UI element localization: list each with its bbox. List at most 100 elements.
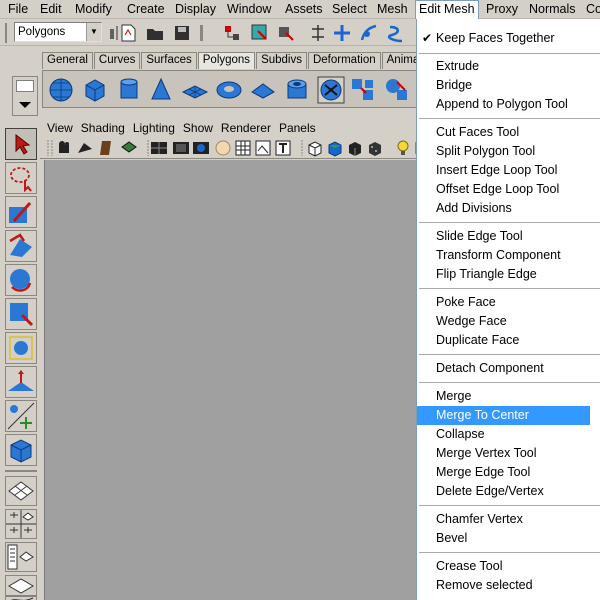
panel-menu-shading[interactable]: Shading (81, 121, 125, 135)
menu-item-detach-component[interactable]: Detach Component (417, 359, 600, 378)
menu-assets[interactable]: Assets (285, 0, 323, 19)
menu-item-bevel[interactable]: Bevel (417, 529, 600, 548)
tab-general[interactable]: General (42, 52, 93, 69)
tab-polygons[interactable]: Polygons (197, 52, 256, 69)
menu-item-duplicate-face[interactable]: Duplicate Face (417, 331, 600, 350)
shaded-sphere-icon[interactable] (214, 139, 232, 157)
menu-item-merge-edge-tool[interactable]: Merge Edge Tool (417, 463, 600, 482)
separate-icon[interactable] (383, 76, 411, 104)
menu-file[interactable]: File (8, 0, 28, 19)
poly-cube-icon[interactable] (81, 76, 109, 104)
snap-point-icon[interactable] (386, 23, 406, 43)
tab-surfaces[interactable]: Surfaces (141, 52, 197, 69)
snap-grid-icon[interactable] (332, 23, 352, 43)
snap-curve-icon[interactable] (359, 23, 379, 43)
poly-sphere-icon[interactable] (47, 76, 75, 104)
texture-display-icon[interactable] (254, 139, 272, 157)
menu-item-extrude[interactable]: Extrude (417, 57, 600, 76)
select-camera-icon[interactable] (56, 139, 74, 157)
menu-item-transform-component[interactable]: Transform Component (417, 246, 600, 265)
save-scene-icon[interactable] (172, 23, 192, 43)
menu-item-merge[interactable]: Merge (417, 387, 600, 406)
bookmarks-icon[interactable] (98, 139, 116, 157)
menu-item-wedge-face[interactable]: Wedge Face (417, 312, 600, 331)
menu-item-split-polygon[interactable]: Split Polygon Tool (417, 142, 600, 161)
rotate-tool-button[interactable] (5, 264, 37, 296)
menu-item-delete-edge-vertex[interactable]: Delete Edge/Vertex (417, 482, 600, 501)
grid-toggle-icon[interactable] (150, 139, 168, 157)
menu-edit-mesh[interactable]: Edit Mesh (415, 0, 479, 19)
panel-menu-lighting[interactable]: Lighting (133, 121, 175, 135)
poly-helix-icon[interactable] (317, 76, 345, 104)
panel-menu-view[interactable]: View (47, 121, 73, 135)
menu-item-chamfer-vertex[interactable]: Chamfer Vertex (417, 510, 600, 529)
chevron-down-icon[interactable] (18, 101, 32, 109)
text-display-icon[interactable] (274, 139, 292, 157)
menu-item-insert-edge-loop[interactable]: Insert Edge Loop Tool (417, 161, 600, 180)
menu-item-slide-edge[interactable]: Slide Edge Tool (417, 227, 600, 246)
menu-modify[interactable]: Modify (75, 0, 112, 19)
viewport-3d[interactable] (44, 160, 420, 600)
wireframe-grid-icon[interactable] (234, 139, 252, 157)
textured-cube-icon[interactable] (366, 139, 384, 157)
smooth-shade-cube-icon[interactable] (326, 139, 344, 157)
menu-normals[interactable]: Normals (529, 0, 576, 19)
menu-item-keep-faces-together[interactable]: ✔ Keep Faces Together (417, 29, 600, 48)
menu-item-merge-vertex-tool[interactable]: Merge Vertex Tool (417, 444, 600, 463)
menu-edit[interactable]: Edit (40, 0, 62, 19)
menu-item-poke-face[interactable]: Poke Face (417, 293, 600, 312)
chevron-down-icon[interactable]: ▼ (86, 23, 101, 41)
image-plane-icon[interactable] (120, 139, 138, 157)
poly-prism-icon[interactable] (249, 76, 277, 104)
paint-select-tool-button[interactable] (5, 196, 37, 228)
snap-toggle-icon[interactable] (308, 23, 328, 43)
poly-plane-icon[interactable] (181, 76, 209, 104)
menu-item-append-to-polygon[interactable]: Append to Polygon Tool (417, 95, 600, 114)
shelf-options[interactable] (12, 76, 38, 116)
combine-icon[interactable] (349, 76, 377, 104)
soft-modification-button[interactable] (5, 366, 37, 398)
menu-item-cut-faces[interactable]: Cut Faces Tool (417, 123, 600, 142)
poly-torus-icon[interactable] (215, 76, 243, 104)
poly-cylinder-icon[interactable] (115, 76, 143, 104)
menu-truncated[interactable]: Co (586, 0, 600, 19)
scale-tool-button[interactable] (5, 298, 37, 330)
show-manipulator-button[interactable] (5, 400, 37, 432)
tab-deformation[interactable]: Deformation (307, 52, 381, 69)
menu-item-add-divisions[interactable]: Add Divisions (417, 199, 600, 218)
move-tool-button[interactable] (5, 230, 37, 262)
film-gate-icon[interactable] (172, 139, 190, 157)
wireframe-cube-icon[interactable] (306, 139, 324, 157)
universal-manipulator-button[interactable] (5, 332, 37, 364)
new-scene-icon[interactable] (118, 23, 138, 43)
panel-menu-panels[interactable]: Panels (279, 121, 316, 135)
open-scene-icon[interactable] (145, 23, 165, 43)
menu-proxy[interactable]: Proxy (486, 0, 518, 19)
resolution-gate-icon[interactable] (192, 139, 210, 157)
select-tool-button[interactable] (5, 128, 37, 160)
menu-item-bridge[interactable]: Bridge (417, 76, 600, 95)
flat-shade-cube-icon[interactable] (346, 139, 364, 157)
mode-select[interactable]: Polygons ▼ (14, 22, 102, 42)
menu-item-offset-edge-loop[interactable]: Offset Edge Loop Tool (417, 180, 600, 199)
select-component-icon[interactable] (276, 23, 296, 43)
last-tool-button[interactable] (5, 434, 37, 466)
menu-item-crease-tool[interactable]: Crease Tool (417, 557, 600, 576)
menu-create[interactable]: Create (127, 0, 165, 19)
panel-menu-show[interactable]: Show (183, 121, 213, 135)
menu-item-flip-triangle-edge[interactable]: Flip Triangle Edge (417, 265, 600, 284)
select-object-icon[interactable] (250, 23, 270, 43)
panel-menu-renderer[interactable]: Renderer (221, 121, 271, 135)
persp-graph-layout-button[interactable] (5, 575, 37, 600)
menu-item-remove-selected[interactable]: Remove selected (417, 576, 600, 595)
menu-mesh[interactable]: Mesh (377, 0, 408, 19)
single-perspective-layout-button[interactable] (5, 476, 37, 506)
camera-attributes-icon[interactable] (76, 139, 94, 157)
poly-cone-icon[interactable] (147, 76, 175, 104)
menu-display[interactable]: Display (175, 0, 216, 19)
menu-window[interactable]: Window (227, 0, 271, 19)
tab-curves[interactable]: Curves (93, 52, 141, 69)
menu-item-merge-to-center[interactable]: Merge To Center (417, 406, 590, 425)
lightbulb-icon[interactable] (394, 139, 412, 157)
poly-pipe-icon[interactable] (283, 76, 311, 104)
